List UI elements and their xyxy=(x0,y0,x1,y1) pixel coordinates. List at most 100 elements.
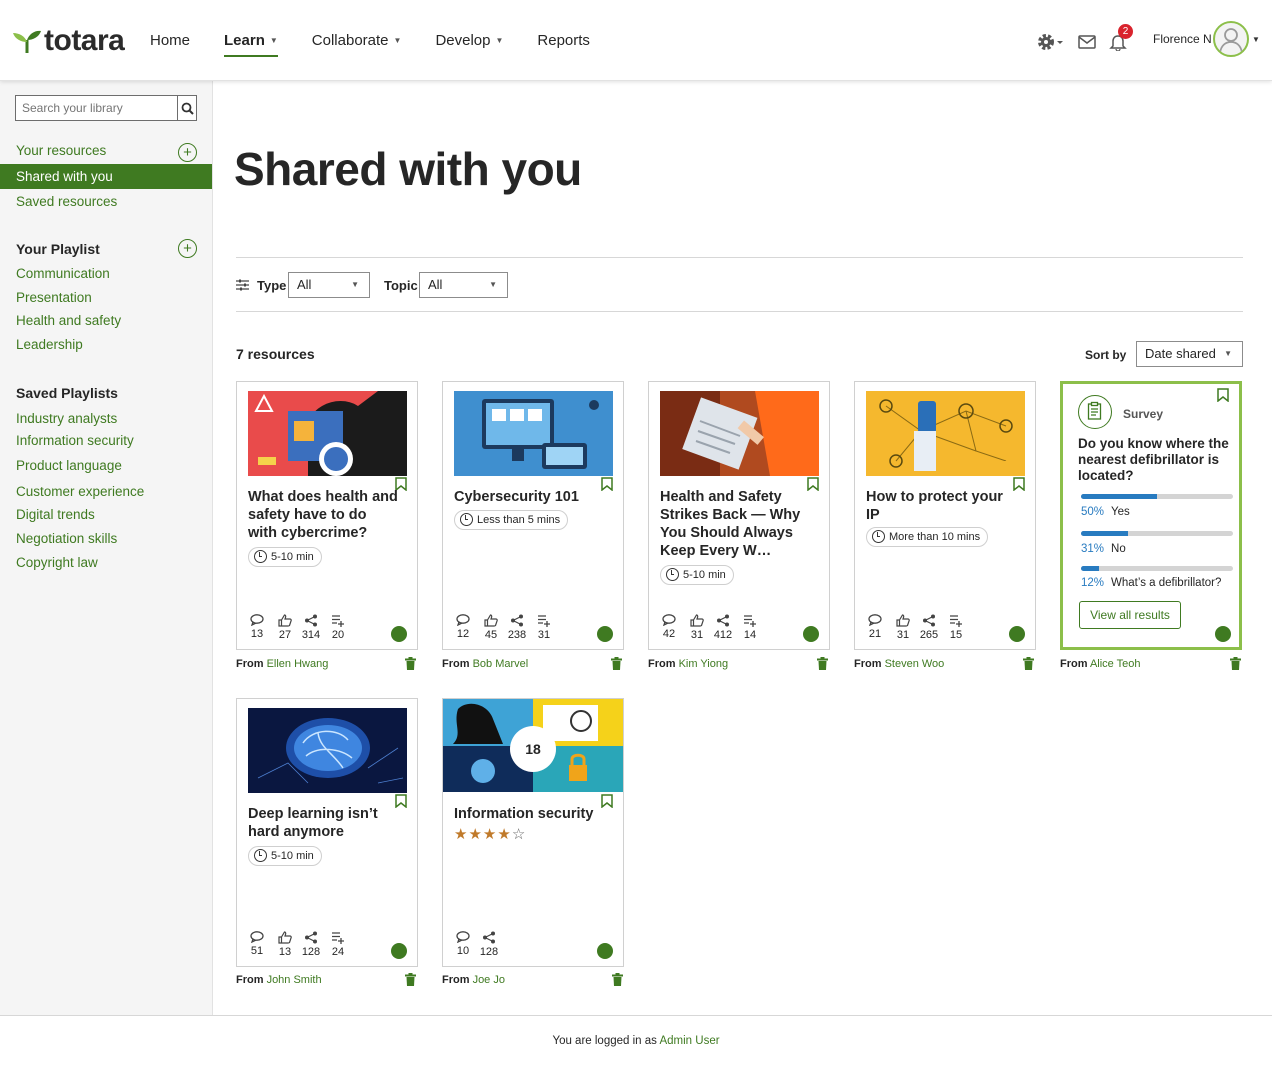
trash-icon[interactable] xyxy=(1023,657,1034,670)
playlists-stat[interactable]: 31 xyxy=(530,614,558,641)
shared-by-user-link[interactable]: Bob Marvel xyxy=(473,658,529,670)
survey-card[interactable]: Survey Do you know where the nearest def… xyxy=(1060,381,1242,650)
comments-stat[interactable]: 13 xyxy=(243,614,271,640)
comments-stat[interactable]: 42 xyxy=(655,614,683,640)
bookmark-icon[interactable] xyxy=(1217,388,1229,402)
resource-card[interactable]: How to protect your IP More than 10 mins… xyxy=(854,381,1036,650)
nav-develop[interactable]: Develop ▼ xyxy=(435,0,503,81)
sidebar-your-resources[interactable]: Your resources xyxy=(16,143,106,158)
shared-by: From Joe Jo xyxy=(442,974,505,986)
comments-stat[interactable]: 12 xyxy=(449,614,477,640)
resource-title[interactable]: What does health and safety have to do w… xyxy=(248,488,398,542)
shared-by-user-link[interactable]: Kim Yiong xyxy=(679,658,729,670)
trash-icon[interactable] xyxy=(1230,657,1241,670)
playlists-stat[interactable]: 15 xyxy=(942,614,970,641)
top-navigation-bar: totara Home Learn ▼ Collaborate ▼ Develop ▼… xyxy=(0,0,1272,81)
from-label: From xyxy=(854,658,882,670)
likes-stat[interactable]: 13 xyxy=(271,931,299,958)
sidebar-saved-playlist-item[interactable]: Copyright law xyxy=(16,555,98,570)
likes-stat[interactable]: 27 xyxy=(271,614,299,641)
library-search xyxy=(15,95,197,121)
sidebar-saved-playlist-item[interactable]: Industry analysts xyxy=(16,411,117,426)
mail-icon[interactable] xyxy=(1078,35,1096,49)
resource-card[interactable]: Deep learning isn’t hard anymore 5-10 mi… xyxy=(236,698,418,967)
add-to-playlist-icon xyxy=(332,615,344,627)
trash-icon[interactable] xyxy=(611,657,622,670)
type-filter-label: Type xyxy=(257,278,287,293)
survey-result-bar xyxy=(1081,566,1233,571)
logged-in-user-link[interactable]: Admin User xyxy=(659,1035,719,1047)
nav-learn[interactable]: Learn ▼ xyxy=(224,0,278,81)
likes-stat[interactable]: 45 xyxy=(477,614,505,641)
sidebar-shared-with-you[interactable]: Shared with you xyxy=(0,164,212,189)
sort-select[interactable]: Date shared ▼ xyxy=(1136,341,1243,367)
playlists-stat[interactable]: 14 xyxy=(736,614,764,641)
resource-count: 7 resources xyxy=(236,346,315,362)
resource-card[interactable]: Health and Safety Strikes Back — Why You… xyxy=(648,381,830,650)
sidebar-saved-playlist-item[interactable]: Negotiation skills xyxy=(16,531,117,546)
resource-card[interactable]: Cybersecurity 101 Less than 5 mins 12 45… xyxy=(442,381,624,650)
playlists-stat[interactable]: 24 xyxy=(324,931,352,958)
add-playlist-icon[interactable]: + xyxy=(178,239,197,258)
resource-title[interactable]: How to protect your IP xyxy=(866,488,1016,524)
shares-stat[interactable]: 128 xyxy=(475,931,503,958)
sidebar-saved-playlist-item[interactable]: Customer experience xyxy=(16,484,144,499)
avatar-icon[interactable] xyxy=(1213,21,1249,57)
nav-develop-label: Develop xyxy=(435,32,491,49)
shares-count: 128 xyxy=(301,946,321,958)
shares-stat[interactable]: 265 xyxy=(915,614,943,641)
shares-stat[interactable]: 412 xyxy=(709,614,737,641)
shares-stat[interactable]: 128 xyxy=(297,931,325,958)
shared-by-user-link[interactable]: Ellen Hwang xyxy=(267,658,329,670)
type-filter-select[interactable]: All ▼ xyxy=(288,272,370,298)
shared-by-user-link[interactable]: John Smith xyxy=(267,974,322,986)
time-estimate-text: More than 10 mins xyxy=(889,531,981,543)
sidebar-playlist-item[interactable]: Leadership xyxy=(16,337,83,352)
playlists-stat[interactable]: 20 xyxy=(324,614,352,641)
playlists-count: 15 xyxy=(949,629,963,641)
resource-title[interactable]: Deep learning isn’t hard anymore xyxy=(248,805,398,841)
search-input[interactable] xyxy=(16,96,177,120)
user-name[interactable]: Florence N xyxy=(1153,32,1212,46)
shared-by-user-link[interactable]: Steven Woo xyxy=(885,658,945,670)
user-menu-caret-icon[interactable]: ▼ xyxy=(1252,35,1260,44)
resource-title[interactable]: Health and Safety Strikes Back — Why You… xyxy=(660,488,810,560)
shares-stat[interactable]: 314 xyxy=(297,614,325,641)
gear-icon[interactable] xyxy=(1037,32,1065,52)
sidebar-saved-playlist-item[interactable]: Information security xyxy=(16,433,134,448)
search-button[interactable] xyxy=(177,96,196,120)
nav-collaborate[interactable]: Collaborate ▼ xyxy=(312,0,402,81)
shares-stat[interactable]: 238 xyxy=(503,614,531,641)
survey-result-fill xyxy=(1081,531,1129,536)
sidebar-saved-playlist-item[interactable]: Digital trends xyxy=(16,507,95,522)
sidebar-saved-resources[interactable]: Saved resources xyxy=(16,194,117,209)
trash-icon[interactable] xyxy=(817,657,828,670)
comments-stat[interactable]: 10 xyxy=(449,931,477,957)
sidebar-saved-playlist-item[interactable]: Product language xyxy=(16,458,122,473)
playlist-card[interactable]: 18 Information security ★★★★☆ 10 128 xyxy=(442,698,624,967)
topic-filter-select[interactable]: All ▼ xyxy=(419,272,508,298)
resource-thumbnail xyxy=(454,391,613,476)
trash-icon[interactable] xyxy=(405,657,416,670)
resource-title[interactable]: Cybersecurity 101 xyxy=(454,488,604,506)
sidebar-playlist-item[interactable]: Presentation xyxy=(16,290,92,305)
likes-stat[interactable]: 31 xyxy=(683,614,711,641)
comments-stat[interactable]: 21 xyxy=(861,614,889,640)
shared-by-user-link[interactable]: Alice Teoh xyxy=(1090,658,1141,670)
star-rating[interactable]: ★★★★☆ xyxy=(454,825,526,843)
totara-logo[interactable]: totara xyxy=(12,24,125,58)
nav-reports[interactable]: Reports xyxy=(537,0,590,81)
trash-icon[interactable] xyxy=(405,973,416,986)
likes-stat[interactable]: 31 xyxy=(889,614,917,641)
comments-stat[interactable]: 51 xyxy=(243,931,271,957)
shared-by-user-link[interactable]: Joe Jo xyxy=(473,974,505,986)
view-all-results-button[interactable]: View all results xyxy=(1079,601,1181,629)
resource-card[interactable]: What does health and safety have to do w… xyxy=(236,381,418,650)
sidebar-playlist-item[interactable]: Health and safety xyxy=(16,313,121,328)
nav-home[interactable]: Home xyxy=(150,0,190,81)
sidebar-playlist-item[interactable]: Communication xyxy=(16,266,110,281)
page-title: Shared with you xyxy=(234,143,582,195)
trash-icon[interactable] xyxy=(612,973,623,986)
add-resource-icon[interactable]: + xyxy=(178,143,197,162)
playlist-title[interactable]: Information security xyxy=(454,805,614,823)
